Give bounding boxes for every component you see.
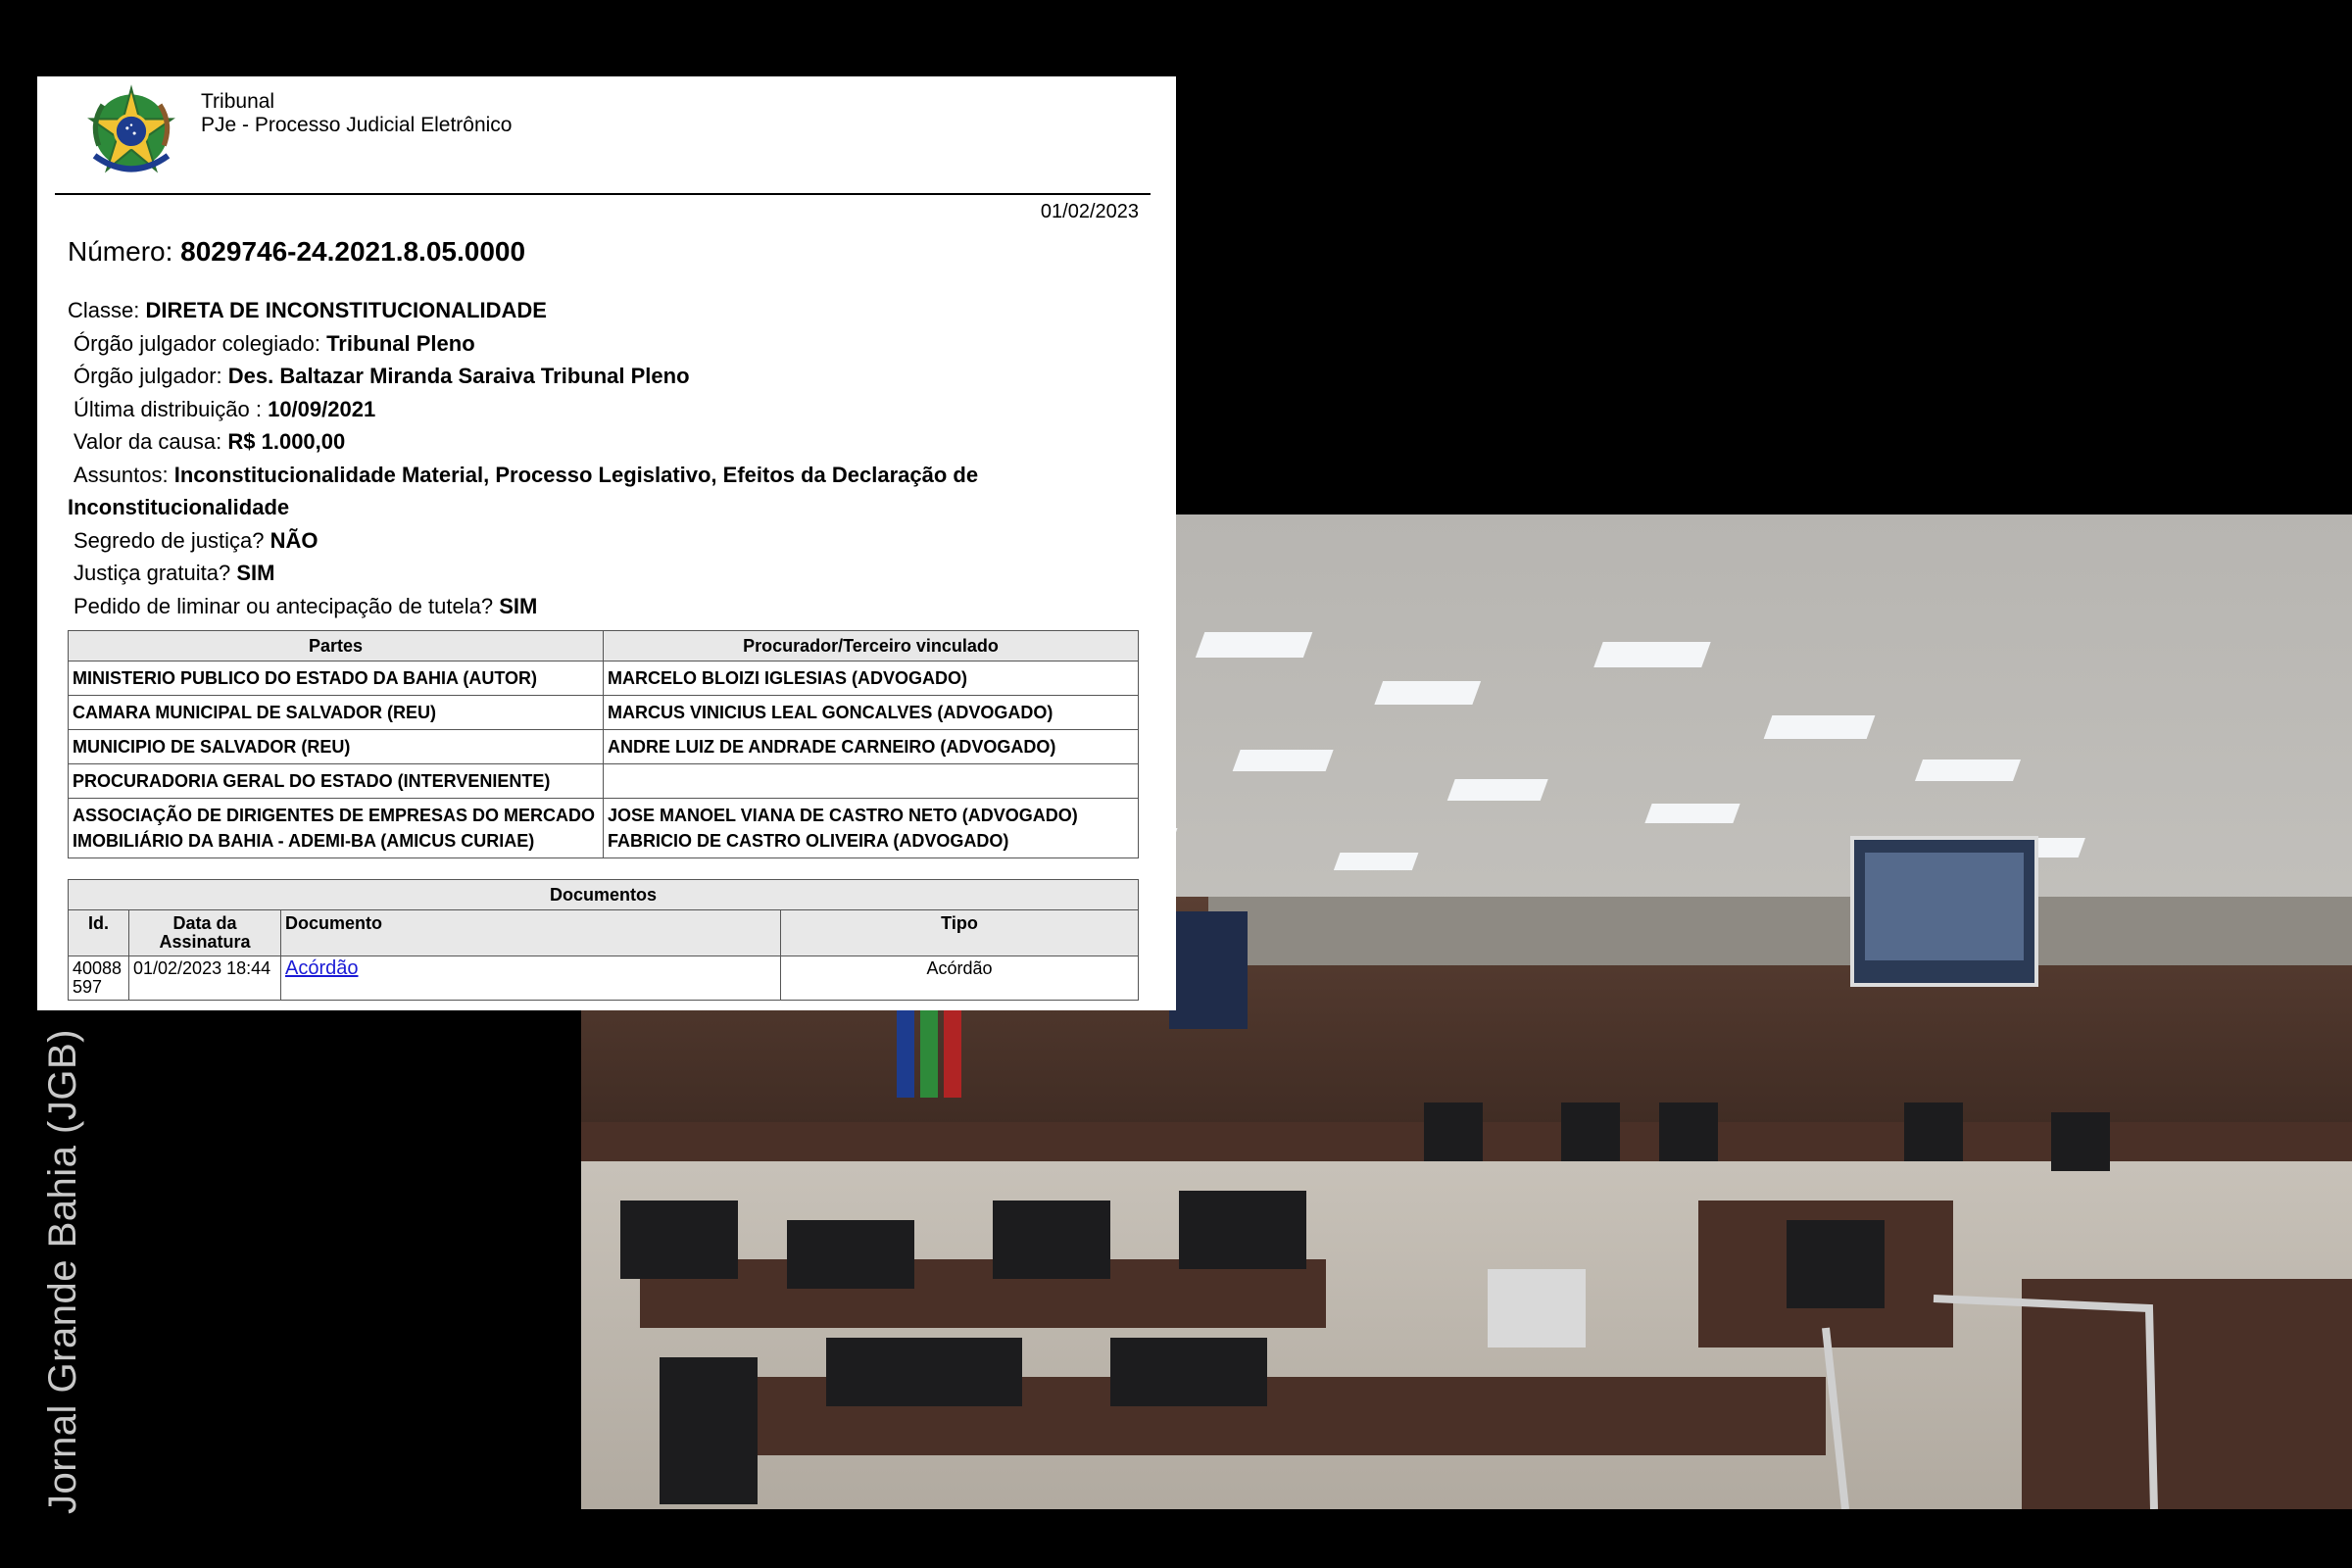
field-label: Segredo de justiça? xyxy=(74,527,265,553)
field-value: R$ 1.000,00 xyxy=(227,429,346,454)
field-value: 10/09/2021 xyxy=(268,396,376,421)
court-document: Tribunal PJe - Processo Judicial Eletrôn… xyxy=(37,76,1176,1010)
process-number-value: 8029746-24.2021.8.05.0000 xyxy=(180,236,526,267)
table-row: CAMARA MUNICIPAL DE SALVADOR (REU) MARCU… xyxy=(68,695,1139,730)
procurador-cell xyxy=(603,763,1139,799)
field-justica-gratuita: Justiça gratuita? SIM xyxy=(68,557,1136,590)
date-column-header: Data da Assinatura xyxy=(128,909,281,956)
table-row: MINISTERIO PUBLICO DO ESTADO DA BAHIA (A… xyxy=(68,661,1139,696)
table-row: ASSOCIAÇÃO DE DIRIGENTES DE EMPRESAS DO … xyxy=(68,798,1139,858)
field-label: Justiça gratuita? xyxy=(74,561,231,585)
document-type: Acórdão xyxy=(780,956,1139,1001)
field-value: NÃO xyxy=(270,527,318,553)
document-date: 01/02/2023 18:44 xyxy=(128,956,281,1001)
field-label: Assuntos: xyxy=(74,462,169,487)
field-value: DIRETA DE INCONSTITUCIONALIDADE xyxy=(145,298,547,322)
table-row: MUNICIPIO DE SALVADOR (REU) ANDRE LUIZ D… xyxy=(68,729,1139,764)
parties-table: Partes Procurador/Terceiro vinculado MIN… xyxy=(68,630,1139,858)
party-cell: MUNICIPIO DE SALVADOR (REU) xyxy=(68,729,604,764)
header-divider xyxy=(55,193,1151,195)
party-cell: PROCURADORIA GERAL DO ESTADO (INTERVENIE… xyxy=(68,763,604,799)
field-orgao-julgador: Órgão julgador: Des. Baltazar Miranda Sa… xyxy=(68,360,1136,393)
parties-column-header: Partes xyxy=(68,630,604,662)
document-cell: Acórdão xyxy=(280,956,781,1001)
procurador-name: JOSE MANOEL VIANA DE CASTRO NETO (ADVOGA… xyxy=(608,806,1078,825)
field-classe: Classe: DIRETA DE INCONSTITUCIONALIDADE xyxy=(68,294,1136,327)
table-row: PROCURADORIA GERAL DO ESTADO (INTERVENIE… xyxy=(68,763,1139,799)
photo-credit: Jornal Grande Bahia (JGB) xyxy=(41,1029,84,1514)
field-label: Órgão julgador: xyxy=(74,364,222,388)
id-column-header: Id. xyxy=(68,909,129,956)
party-cell: CAMARA MUNICIPAL DE SALVADOR (REU) xyxy=(68,695,604,730)
field-orgao-colegiado: Órgão julgador colegiado: Tribunal Pleno xyxy=(68,327,1136,361)
process-number: Número: 8029746-24.2021.8.05.0000 xyxy=(68,236,525,268)
type-column-header: Tipo xyxy=(780,909,1139,956)
table-row: 40088597 01/02/2023 18:44 Acórdão Acórdã… xyxy=(68,956,1139,1001)
document-id: 40088597 xyxy=(68,956,129,1001)
field-assuntos: Assuntos: Inconstitucionalidade Material… xyxy=(68,459,1136,524)
party-cell: ASSOCIAÇÃO DE DIRIGENTES DE EMPRESAS DO … xyxy=(68,798,604,858)
documents-caption-row: Documentos xyxy=(68,879,1139,910)
field-value: Des. Baltazar Miranda Saraiva Tribunal P… xyxy=(227,364,690,388)
procurador-cell: MARCELO BLOIZI IGLESIAS (ADVOGADO) xyxy=(603,661,1139,696)
documents-caption: Documentos xyxy=(68,879,1139,910)
process-number-label: Número: xyxy=(68,236,173,267)
court-title: Tribunal PJe - Processo Judicial Eletrôn… xyxy=(201,90,512,137)
field-value: SIM xyxy=(499,593,538,618)
procurador-cell: ANDRE LUIZ DE ANDRADE CARNEIRO (ADVOGADO… xyxy=(603,729,1139,764)
court-name: Tribunal xyxy=(201,90,275,113)
field-value: SIM xyxy=(236,561,275,585)
field-label: Pedido de liminar ou antecipação de tute… xyxy=(74,593,494,618)
field-segredo-justica: Segredo de justiça? NÃO xyxy=(68,524,1136,558)
procurador-cell: MARCUS VINICIUS LEAL GONCALVES (ADVOGADO… xyxy=(603,695,1139,730)
document-date: 01/02/2023 xyxy=(1040,201,1139,222)
document-header: Tribunal PJe - Processo Judicial Eletrôn… xyxy=(37,76,1176,222)
field-ultima-distribuicao: Última distribuição : 10/09/2021 xyxy=(68,393,1136,426)
field-value: Inconstitucionalidade Material, Processo… xyxy=(68,462,979,520)
procurador-name: ANDRE LUIZ DE ANDRADE CARNEIRO (ADVOGADO… xyxy=(608,737,1056,757)
procurador-name: MARCELO BLOIZI IGLESIAS (ADVOGADO) xyxy=(608,668,967,688)
procurador-name: MARCUS VINICIUS LEAL GONCALVES (ADVOGADO… xyxy=(608,703,1054,722)
document-column-header: Documento xyxy=(280,909,781,956)
party-cell: MINISTERIO PUBLICO DO ESTADO DA BAHIA (A… xyxy=(68,661,604,696)
field-label: Órgão julgador colegiado: xyxy=(74,330,320,356)
documents-header-row: Id. Data da Assinatura Documento Tipo xyxy=(68,909,1139,956)
field-value: Tribunal Pleno xyxy=(326,330,475,356)
field-valor-causa: Valor da causa: R$ 1.000,00 xyxy=(68,425,1136,459)
field-label: Classe: xyxy=(68,298,140,322)
procurador-name: FABRICIO DE CASTRO OLIVEIRA (ADVOGADO) xyxy=(608,831,1009,851)
parties-header-row: Partes Procurador/Terceiro vinculado xyxy=(68,630,1139,662)
documents-table: Documentos Id. Data da Assinatura Docume… xyxy=(68,879,1139,1001)
document-link[interactable]: Acórdão xyxy=(285,957,359,979)
field-label: Última distribuição : xyxy=(74,396,262,421)
process-fields: Classe: DIRETA DE INCONSTITUCIONALIDADE … xyxy=(68,294,1136,622)
procurador-cell: JOSE MANOEL VIANA DE CASTRO NETO (ADVOGA… xyxy=(603,798,1139,858)
field-pedido-liminar: Pedido de liminar ou antecipação de tute… xyxy=(68,590,1136,623)
field-label: Valor da causa: xyxy=(74,429,222,454)
procurador-column-header: Procurador/Terceiro vinculado xyxy=(603,630,1139,662)
brazil-coat-of-arms-icon xyxy=(87,84,175,173)
system-name: PJe - Processo Judicial Eletrônico xyxy=(201,114,513,136)
